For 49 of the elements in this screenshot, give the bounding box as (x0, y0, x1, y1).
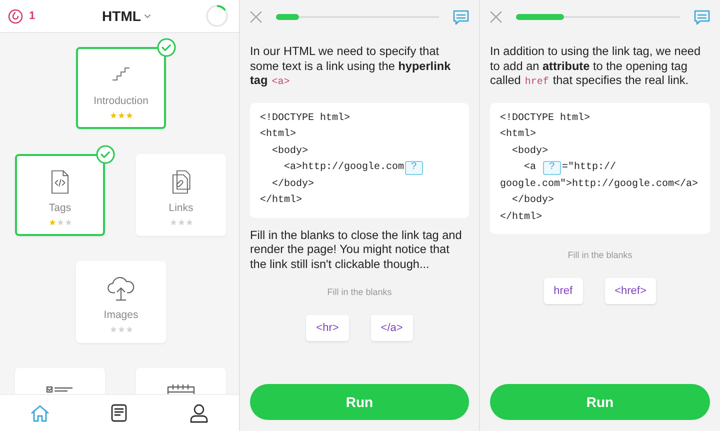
code-text: </body> (511, 194, 554, 208)
code-text: google.com">http://google.com</a> (500, 178, 698, 192)
code-text: <html> (260, 128, 296, 142)
code-text: <html> (500, 128, 536, 142)
lesson-title: Tags (48, 202, 72, 214)
lesson-title: Images (104, 309, 138, 321)
course-selector[interactable]: HTML (102, 8, 151, 24)
answer-option[interactable]: <hr> (306, 315, 349, 341)
close-button[interactable] (250, 11, 262, 23)
lesson-card[interactable]: Tags (15, 154, 105, 236)
lesson-card[interactable]: Introduction (76, 47, 166, 129)
answer-option[interactable]: <href> (604, 278, 656, 304)
code-text: <!DOCTYPE html> (260, 112, 350, 126)
code-text: <a (523, 161, 538, 175)
code-text: <a>http://google.com (283, 160, 404, 175)
run-button[interactable]: Run (490, 384, 710, 420)
check-badge-icon (96, 145, 115, 164)
code-text: </body> (271, 178, 314, 192)
instruction-text: Fill in the blanks to close the link tag and render the page! You might notice that the link still isn't clickable though... (250, 228, 463, 271)
comments-button[interactable] (694, 10, 710, 24)
caret-icon (144, 14, 151, 18)
code-text: <!DOCTYPE html> (500, 112, 590, 126)
lesson-text: In our HTML we need to specify that some text is a link using the hyperlink tag <a> (250, 44, 452, 90)
lesson-card[interactable]: Images (76, 261, 166, 343)
blank-slot[interactable]: ? (405, 161, 424, 176)
close-button[interactable] (490, 11, 502, 23)
answer-option[interactable]: </a> (370, 315, 413, 341)
cloud-upload-icon (105, 277, 137, 301)
check-badge-icon (157, 38, 176, 57)
lesson-card[interactable]: Links (136, 154, 226, 236)
user-icon (190, 404, 208, 422)
code-text: </html> (260, 194, 302, 208)
code-text: <body> (511, 144, 548, 158)
lesson-title: Links (168, 202, 194, 214)
streak-count: 1 (29, 10, 36, 22)
code-text: <body> (271, 144, 308, 158)
blank-slot[interactable]: ? (543, 161, 562, 176)
answer-option[interactable]: href (544, 278, 583, 304)
notebook-icon (111, 404, 128, 422)
comments-button[interactable] (453, 10, 469, 24)
lesson-title: Introduction (94, 95, 148, 107)
lesson-text: In addition to using the link tag, we need to add an attribute to the opening tag called href that specifies the real link. (490, 44, 702, 90)
timer-icon (8, 8, 23, 24)
hint-text: Fill in the blanks (326, 287, 393, 297)
hint-text: Fill in the blanks (566, 250, 634, 260)
code-text: ="http:// (562, 160, 616, 175)
code-text: </html> (500, 210, 542, 224)
run-button[interactable]: Run (250, 384, 469, 420)
home-icon (31, 404, 50, 422)
